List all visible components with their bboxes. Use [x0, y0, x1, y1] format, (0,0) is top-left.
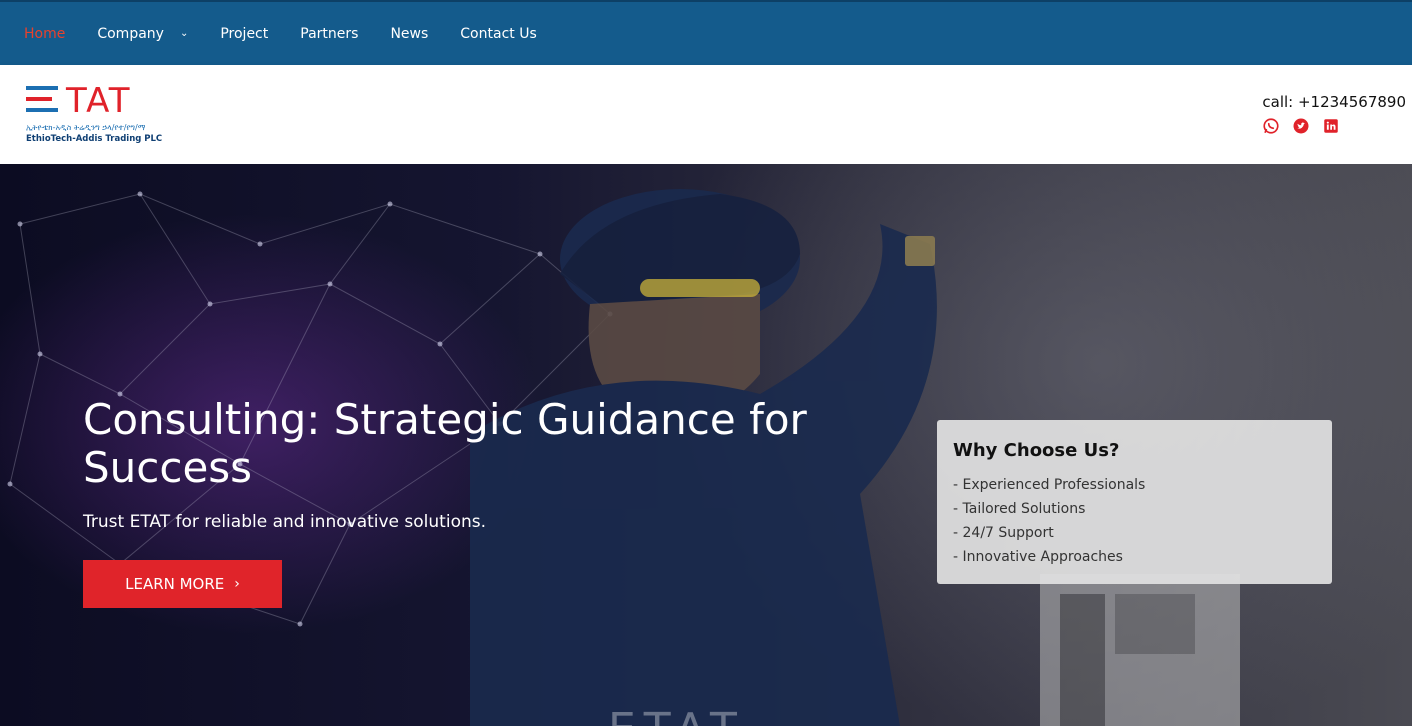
nav-project[interactable]: Project	[220, 26, 268, 42]
nav-contact-us-label: Contact Us	[460, 25, 537, 42]
company-logo[interactable]: TAT ኢትዮቴክ-አዲስ ትሬዲንግ ኃላ/የተ/የግ/ማ EthioTech…	[26, 83, 166, 147]
why-choose-us-title: Why Choose Us?	[953, 440, 1120, 461]
learn-more-label: LEARN MORE	[125, 575, 225, 593]
nav-partners-label: Partners	[300, 25, 359, 42]
why-choose-us-card: Why Choose Us? - Experienced Professiona…	[937, 420, 1332, 584]
nav-partners[interactable]: Partners	[300, 26, 358, 42]
logo-amharic-text: ኢትዮቴክ-አዲስ ትሬዲንግ ኃላ/የተ/የግ/ማ	[26, 123, 146, 132]
logo-bars-icon	[26, 86, 58, 116]
whatsapp-icon[interactable]	[1262, 117, 1280, 135]
nav-news-label: News	[390, 25, 429, 42]
chevron-right-icon: ›	[234, 576, 240, 592]
nav-company-label: Company	[97, 25, 164, 42]
hero-title: Consulting: Strategic Guidance for Succe…	[83, 395, 807, 492]
hero-watermark: ETAT	[608, 704, 745, 726]
why-item: - Tailored Solutions	[953, 501, 1086, 517]
why-item: - 24/7 Support	[953, 525, 1054, 541]
nav-project-label: Project	[220, 25, 269, 42]
social-links	[1262, 117, 1406, 135]
hero-banner: Consulting: Strategic Guidance for Succe…	[0, 164, 1412, 726]
linkedin-icon[interactable]	[1322, 117, 1340, 135]
nav-news[interactable]: News	[390, 26, 428, 42]
nav-home-label: Home	[24, 25, 66, 42]
top-navigation: Home Company ⌄ Project Partners News Con…	[0, 0, 1412, 65]
why-item: - Experienced Professionals	[953, 477, 1146, 493]
nav-company[interactable]: Company ⌄	[97, 26, 188, 42]
logo-company-name: EthioTech-Addis Trading PLC	[26, 134, 163, 144]
logo-mark: TAT	[66, 81, 132, 121]
nav-home[interactable]: Home	[24, 26, 65, 42]
site-header: TAT ኢትዮቴክ-አዲስ ትሬዲንግ ኃላ/የተ/የግ/ማ EthioTech…	[0, 65, 1412, 164]
contact-info: call: +1234567890	[1262, 93, 1406, 135]
nav-contact-us[interactable]: Contact Us	[460, 26, 536, 42]
phone-number[interactable]: call: +1234567890	[1262, 93, 1406, 111]
why-item: - Innovative Approaches	[953, 549, 1123, 565]
twitter-icon[interactable]	[1292, 117, 1310, 135]
hero-subtitle: Trust ETAT for reliable and innovative s…	[83, 512, 487, 532]
learn-more-button[interactable]: LEARN MORE ›	[83, 560, 282, 608]
chevron-down-icon: ⌄	[179, 28, 189, 39]
